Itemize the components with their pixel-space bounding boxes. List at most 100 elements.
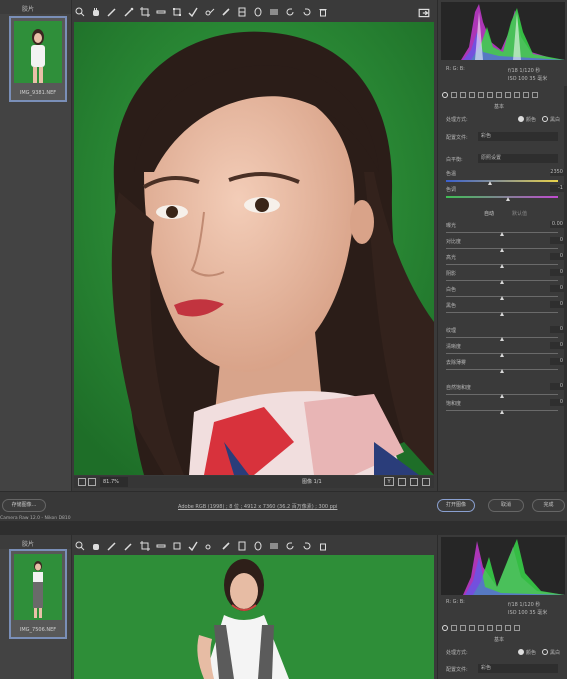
tab-detail-icon[interactable] (460, 625, 466, 631)
image-canvas[interactable] (74, 555, 434, 679)
hand-icon[interactable] (90, 6, 102, 18)
slider-knob[interactable] (500, 280, 504, 284)
trash-icon[interactable] (317, 540, 329, 552)
treatment-color-radio[interactable] (518, 116, 524, 122)
preferences-icon[interactable] (268, 540, 280, 552)
fullscreen-icon[interactable] (418, 4, 430, 18)
tab-effects-icon[interactable] (505, 625, 511, 631)
trash-icon[interactable] (317, 6, 329, 18)
toggle-settings-icon[interactable] (422, 478, 430, 486)
profile-select[interactable]: 彩色 (478, 664, 558, 673)
slider-value[interactable]: 0 (550, 326, 564, 333)
slider-knob[interactable] (500, 410, 504, 414)
tab-split-toning-icon[interactable] (478, 92, 484, 98)
tab-curve-icon[interactable] (451, 92, 457, 98)
profile-select[interactable]: 彩色 (478, 132, 558, 141)
tab-detail-icon[interactable] (460, 92, 466, 98)
slider-value[interactable]: 0 (550, 253, 564, 260)
tab-calibration-icon[interactable] (514, 625, 520, 631)
color-sampler-icon[interactable] (123, 6, 135, 18)
filmstrip-thumbnail[interactable]: IMG_9381.NEF (9, 16, 67, 102)
treatment-bw-radio[interactable] (542, 649, 548, 655)
crop-icon[interactable] (139, 540, 151, 552)
slider-knob[interactable] (500, 296, 504, 300)
transform-icon[interactable] (171, 6, 183, 18)
temperature-knob[interactable] (488, 181, 492, 185)
tab-presets-icon[interactable] (523, 92, 529, 98)
slider-knob[interactable] (500, 232, 504, 236)
white-balance-icon[interactable] (106, 6, 118, 18)
tab-lens-icon[interactable] (487, 625, 493, 631)
view-mode-icon[interactable] (78, 478, 86, 486)
tab-transform-icon[interactable] (496, 92, 502, 98)
straighten-icon[interactable] (155, 540, 167, 552)
slider-knob[interactable] (500, 337, 504, 341)
slider-value[interactable]: 0 (550, 285, 564, 292)
slider-value[interactable]: 0.00 (550, 221, 564, 228)
slider-value[interactable]: 0 (550, 399, 564, 406)
color-sampler-icon[interactable] (123, 540, 135, 552)
tab-hsl-icon[interactable] (469, 625, 475, 631)
slider-knob[interactable] (500, 248, 504, 252)
preferences-icon[interactable] (268, 6, 280, 18)
slider-knob[interactable] (500, 369, 504, 373)
red-eye-icon[interactable] (204, 6, 216, 18)
tab-split-toning-icon[interactable] (478, 625, 484, 631)
tab-snapshots-icon[interactable] (532, 92, 538, 98)
swap-icon[interactable] (398, 478, 406, 486)
open-image-button[interactable]: 打开图像 (437, 499, 475, 512)
slider-value[interactable]: 0 (550, 301, 564, 308)
red-eye-icon[interactable] (204, 540, 216, 552)
radial-filter-icon[interactable] (252, 540, 264, 552)
treatment-bw-radio[interactable] (542, 116, 548, 122)
view-split-icon[interactable] (88, 478, 96, 486)
before-after-icon[interactable]: Y (384, 477, 394, 486)
zoom-level[interactable]: 81.7% (100, 477, 128, 487)
slider-knob[interactable] (500, 264, 504, 268)
tab-effects-icon[interactable] (505, 92, 511, 98)
slider-knob[interactable] (500, 353, 504, 357)
temperature-value[interactable]: 2350 (550, 169, 564, 176)
zoom-icon[interactable] (74, 540, 86, 552)
tint-value[interactable]: -1 (550, 185, 564, 192)
adjustment-brush-icon[interactable] (220, 6, 232, 18)
tab-calibration-icon[interactable] (514, 92, 520, 98)
rotate-right-icon[interactable] (301, 540, 313, 552)
white-balance-icon[interactable] (106, 540, 118, 552)
graduated-filter-icon[interactable] (236, 540, 248, 552)
slider-knob[interactable] (500, 312, 504, 316)
tint-knob[interactable] (506, 197, 510, 201)
tab-lens-icon[interactable] (487, 92, 493, 98)
save-image-button[interactable]: 存储图像... (2, 499, 46, 512)
temperature-slider[interactable] (446, 180, 558, 182)
tab-curve-icon[interactable] (451, 625, 457, 631)
slider-value[interactable]: 0 (550, 358, 564, 365)
transform-icon[interactable] (171, 540, 183, 552)
spot-removal-icon[interactable] (187, 540, 199, 552)
rotate-left-icon[interactable] (284, 6, 296, 18)
auto-link[interactable]: 自动 (484, 210, 494, 217)
slider-value[interactable]: 0 (550, 269, 564, 276)
slider-knob[interactable] (500, 394, 504, 398)
graduated-filter-icon[interactable] (236, 6, 248, 18)
rotate-right-icon[interactable] (301, 6, 313, 18)
rotate-left-icon[interactable] (284, 540, 296, 552)
zoom-icon[interactable] (74, 6, 86, 18)
tab-transform-icon[interactable] (496, 625, 502, 631)
white-balance-select[interactable]: 原照设置 (478, 154, 558, 163)
slider-value[interactable]: 0 (550, 342, 564, 349)
crop-icon[interactable] (139, 6, 151, 18)
straighten-icon[interactable] (155, 6, 167, 18)
tab-basic-icon[interactable] (442, 92, 448, 98)
filmstrip-thumbnail[interactable]: IMG_7506.NEF (9, 549, 67, 639)
adjustment-brush-icon[interactable] (220, 540, 232, 552)
tab-basic-icon[interactable] (442, 625, 448, 631)
treatment-color-radio[interactable] (518, 649, 524, 655)
tint-slider[interactable] (446, 196, 558, 198)
slider-value[interactable]: 0 (550, 383, 564, 390)
done-button[interactable]: 完成 (532, 499, 565, 512)
tab-hsl-icon[interactable] (469, 92, 475, 98)
hand-icon[interactable] (90, 540, 102, 552)
slider-value[interactable]: 0 (550, 237, 564, 244)
cancel-button[interactable]: 取消 (488, 499, 524, 512)
